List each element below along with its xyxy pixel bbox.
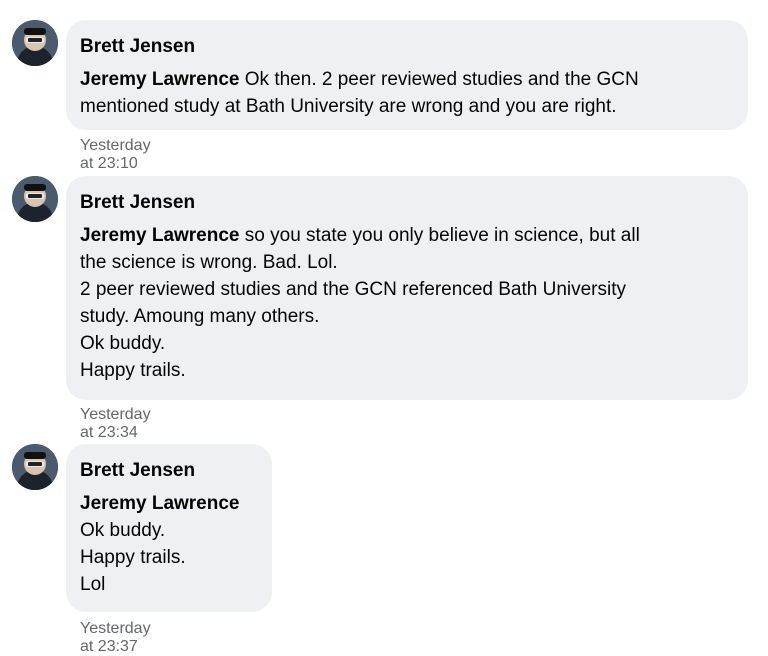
comment-author[interactable]: Brett Jensen [80, 190, 734, 216]
comment-line-text: Ok then. 2 peer reviewed studies and the… [239, 69, 639, 90]
avatar[interactable] [12, 20, 58, 66]
avatar[interactable] [12, 176, 58, 222]
comment-timestamp[interactable]: Yesterday at 23:34 [80, 406, 151, 442]
comment-text: Jeremy Lawrence so you state you only be… [80, 222, 734, 384]
comment-line: the science is wrong. Bad. Lol. [80, 252, 338, 273]
comment-line: study. Amoung many others. [80, 306, 320, 327]
comment-line: Happy trails. [80, 360, 186, 381]
comment-author[interactable]: Brett Jensen [80, 458, 258, 484]
comment-line: Lol [80, 574, 106, 595]
avatar-image [12, 444, 58, 490]
comment-line: 2 peer reviewed studies and the GCN refe… [80, 279, 626, 300]
comment-bubble: Brett Jensen Jeremy Lawrence so you stat… [66, 176, 748, 400]
comment-bubble: Brett Jensen Jeremy Lawrence Ok buddy. H… [66, 444, 272, 612]
avatar-image [12, 176, 58, 222]
comment-line: Jeremy Lawrence [80, 490, 258, 517]
comment-text: Jeremy Lawrence Ok buddy. Happy trails. … [80, 490, 258, 598]
mention-link[interactable]: Jeremy Lawrence [80, 493, 240, 514]
comment-bubble: Brett Jensen Jeremy Lawrence Ok then. 2 … [66, 20, 748, 130]
avatar-image [12, 20, 58, 66]
comment-timestamp[interactable]: Yesterday at 23:10 [80, 137, 151, 173]
mention-link[interactable]: Jeremy Lawrence [80, 69, 240, 90]
comment-timestamp[interactable]: Yesterday at 23:37 [80, 620, 151, 656]
comment-line: Ok buddy. [80, 520, 166, 541]
comment-line: Ok buddy. [80, 333, 166, 354]
comment-line-text: so you state you only believe in science… [239, 225, 640, 246]
comment-line: mentioned study at Bath University are w… [80, 96, 617, 117]
mention-link[interactable]: Jeremy Lawrence [80, 225, 240, 246]
comment-line: Jeremy Lawrence Ok then. 2 peer reviewed… [80, 66, 734, 93]
comment-author[interactable]: Brett Jensen [80, 34, 734, 60]
comment-line: Happy trails. [80, 547, 186, 568]
comment-text: Jeremy Lawrence Ok then. 2 peer reviewed… [80, 66, 734, 120]
avatar[interactable] [12, 444, 58, 490]
comment-line: Jeremy Lawrence so you state you only be… [80, 222, 734, 249]
